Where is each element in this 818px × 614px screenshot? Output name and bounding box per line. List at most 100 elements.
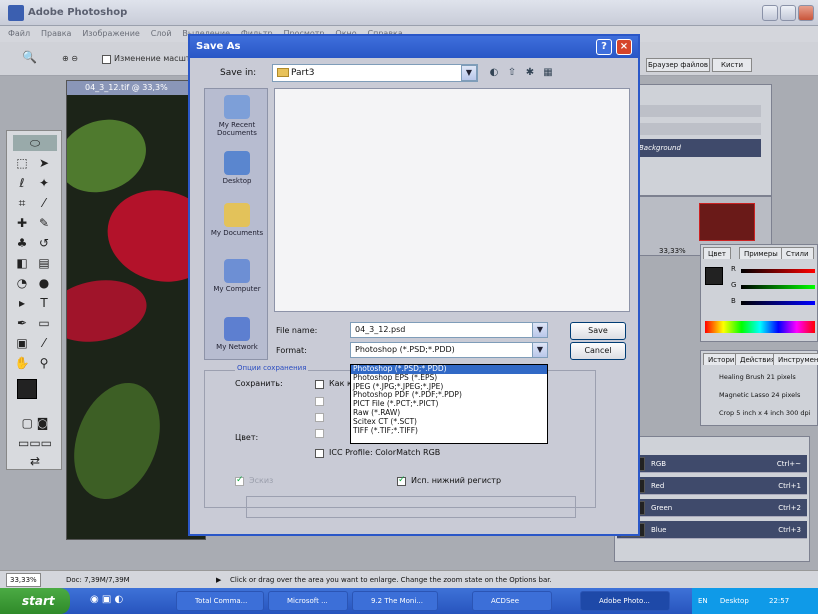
format-dropdown[interactable]: Photoshop (*.PSD;*.PDD) bbox=[350, 342, 548, 358]
history-item[interactable]: Magnetic Lasso 24 pixels bbox=[705, 387, 815, 403]
back-icon[interactable]: ◐ bbox=[486, 66, 502, 80]
type-tool-icon[interactable]: T bbox=[35, 295, 53, 311]
file-browser-tab[interactable]: Браузер файлов bbox=[646, 58, 710, 72]
dodge-tool-icon[interactable]: ◔ bbox=[13, 275, 31, 291]
cancel-button[interactable]: Cancel bbox=[570, 342, 626, 360]
new-folder-icon[interactable]: ✱ bbox=[522, 66, 538, 80]
status-zoom[interactable]: 33,33% bbox=[6, 573, 41, 587]
options-group-label: Опции сохранения bbox=[235, 364, 309, 372]
hand-tool-icon[interactable]: ✋ bbox=[13, 355, 31, 371]
layer-lock-row[interactable] bbox=[631, 123, 761, 135]
close-app-button[interactable] bbox=[798, 5, 814, 21]
start-button[interactable]: start bbox=[0, 588, 70, 614]
save-in-dropdown[interactable]: Part3 ▼ bbox=[272, 64, 478, 82]
channel-row[interactable]: RGB Ctrl+~ bbox=[617, 455, 807, 473]
file-name-dropdown-icon[interactable]: ▼ bbox=[532, 322, 548, 338]
taskbar-item-acdsee[interactable]: ACDSee bbox=[472, 591, 552, 611]
quick-mask-icons[interactable]: ▢ ◙ bbox=[13, 415, 57, 431]
shape-tool-icon[interactable]: ▭ bbox=[35, 315, 53, 331]
magic-wand-tool-icon[interactable]: ✦ bbox=[35, 175, 53, 191]
place-my-computer[interactable]: My Computer bbox=[205, 259, 269, 293]
foreground-color-swatch[interactable] bbox=[17, 379, 37, 399]
slice-tool-icon[interactable]: ⁄ bbox=[35, 195, 53, 211]
taskbar-item-photoshop[interactable]: Adobe Photo... bbox=[580, 591, 670, 611]
up-folder-icon[interactable]: ⇧ bbox=[504, 66, 520, 80]
zoom-tool-palette-icon[interactable]: ⚲ bbox=[35, 355, 53, 371]
views-menu-icon[interactable]: ▦ bbox=[540, 66, 556, 80]
eyedropper-tool-icon[interactable]: ⁄ bbox=[35, 335, 53, 351]
eraser-tool-icon[interactable]: ◧ bbox=[13, 255, 31, 271]
brush-tool-icon[interactable]: ✎ bbox=[35, 215, 53, 231]
channel-row[interactable]: Blue Ctrl+3 bbox=[617, 521, 807, 539]
minimize-button[interactable] bbox=[762, 5, 778, 21]
screen-mode-icons[interactable]: ▭▭▭ bbox=[13, 435, 57, 451]
lowercase-checkbox[interactable] bbox=[397, 475, 406, 486]
file-name-field[interactable]: 04_3_12.psd bbox=[350, 322, 548, 338]
icc-profile-checkbox[interactable] bbox=[315, 449, 324, 458]
lasso-tool-icon[interactable]: ℓ bbox=[13, 175, 31, 191]
chevron-down-icon[interactable]: ▼ bbox=[461, 65, 477, 81]
thumbnail-checkbox[interactable] bbox=[235, 475, 244, 486]
quick-launch-icons[interactable]: ◉ ▣ ◐ bbox=[90, 594, 123, 605]
path-selection-tool-icon[interactable]: ▸ bbox=[13, 295, 31, 311]
color-spectrum-bar[interactable] bbox=[705, 321, 815, 333]
menu-image[interactable]: Изображение bbox=[82, 26, 140, 42]
place-my-network[interactable]: My Network bbox=[205, 317, 269, 351]
history-item[interactable]: Crop 5 inch x 4 inch 300 dpi bbox=[705, 405, 815, 421]
palette-header-icon[interactable]: ⬭ bbox=[13, 135, 57, 151]
move-tool-icon[interactable]: ➤ bbox=[35, 155, 53, 171]
healing-brush-tool-icon[interactable]: ✚ bbox=[13, 215, 31, 231]
pen-tool-icon[interactable]: ✒ bbox=[13, 315, 31, 331]
disabled-checkbox[interactable] bbox=[315, 413, 324, 422]
layer-opacity-row[interactable] bbox=[631, 105, 761, 117]
place-recent-documents[interactable]: My Recent Documents bbox=[205, 95, 269, 137]
marquee-tool-icon[interactable]: ⬚ bbox=[13, 155, 31, 171]
as-copy-checkbox[interactable] bbox=[315, 380, 324, 389]
stamp-tool-icon[interactable]: ♣ bbox=[13, 235, 31, 251]
channel-row[interactable]: Red Ctrl+1 bbox=[617, 477, 807, 495]
taskbar-item-microsoft[interactable]: Microsoft ... bbox=[268, 591, 348, 611]
gradient-tool-icon[interactable]: ▤ bbox=[35, 255, 53, 271]
menu-layer[interactable]: Слой bbox=[151, 26, 172, 42]
history-brush-tool-icon[interactable]: ↺ bbox=[35, 235, 53, 251]
resize-windows-checkbox[interactable] bbox=[102, 55, 111, 64]
taskbar-item-monitor[interactable]: 9.2 The Moni... bbox=[352, 591, 438, 611]
menu-file[interactable]: Файл bbox=[8, 26, 30, 42]
taskbar-item-total-commander[interactable]: Total Comma... bbox=[176, 591, 264, 611]
b-slider[interactable] bbox=[741, 301, 815, 305]
zoom-tool-icon[interactable]: 🔍 bbox=[22, 50, 37, 64]
maximize-button[interactable] bbox=[780, 5, 796, 21]
tab-color[interactable]: Цвет bbox=[703, 247, 731, 259]
zoom-in-out-icons[interactable]: ⊕ ⊖ bbox=[62, 54, 78, 63]
menu-edit[interactable]: Правка bbox=[41, 26, 71, 42]
background-layer-row[interactable]: Background bbox=[631, 139, 761, 157]
disabled-checkbox[interactable] bbox=[315, 397, 324, 406]
language-indicator[interactable]: EN bbox=[698, 597, 708, 605]
file-list[interactable] bbox=[274, 88, 630, 312]
format-dropdown-list[interactable]: Photoshop (*.PSD;*.PDD) Photoshop EPS (*… bbox=[350, 364, 548, 444]
jump-to-imageready-icon[interactable]: ⇄ bbox=[13, 453, 57, 469]
color-fg-swatch[interactable] bbox=[705, 267, 723, 285]
r-slider[interactable] bbox=[741, 269, 815, 273]
blur-tool-icon[interactable]: ● bbox=[35, 275, 53, 291]
tab-tools[interactable]: Инструменты bbox=[773, 353, 818, 365]
crop-tool-icon[interactable]: ⌗ bbox=[13, 195, 31, 211]
place-desktop[interactable]: Desktop bbox=[205, 151, 269, 185]
navigator-preview[interactable] bbox=[699, 203, 755, 241]
g-slider[interactable] bbox=[741, 285, 815, 289]
channel-row[interactable]: Green Ctrl+2 bbox=[617, 499, 807, 517]
tab-styles[interactable]: Стили bbox=[781, 247, 814, 259]
brushes-tab[interactable]: Кисти bbox=[712, 58, 752, 72]
notes-tool-icon[interactable]: ▣ bbox=[13, 335, 31, 351]
place-my-documents[interactable]: My Documents bbox=[205, 203, 269, 237]
history-item[interactable]: Healing Brush 21 pixels bbox=[705, 369, 815, 385]
save-button[interactable]: Save bbox=[570, 322, 626, 340]
close-dialog-button[interactable]: × bbox=[616, 39, 632, 55]
tab-swatches[interactable]: Примеры bbox=[739, 247, 783, 259]
help-button[interactable]: ? bbox=[596, 39, 612, 55]
format-option[interactable]: TIFF (*.TIF;*.TIFF) bbox=[351, 426, 547, 436]
desktop-toolbar[interactable]: Desktop bbox=[720, 597, 749, 605]
format-dropdown-icon[interactable]: ▼ bbox=[532, 342, 548, 358]
image-document-window[interactable]: 04_3_12.tif @ 33,3% bbox=[66, 80, 206, 540]
disabled-checkbox[interactable] bbox=[315, 429, 324, 438]
